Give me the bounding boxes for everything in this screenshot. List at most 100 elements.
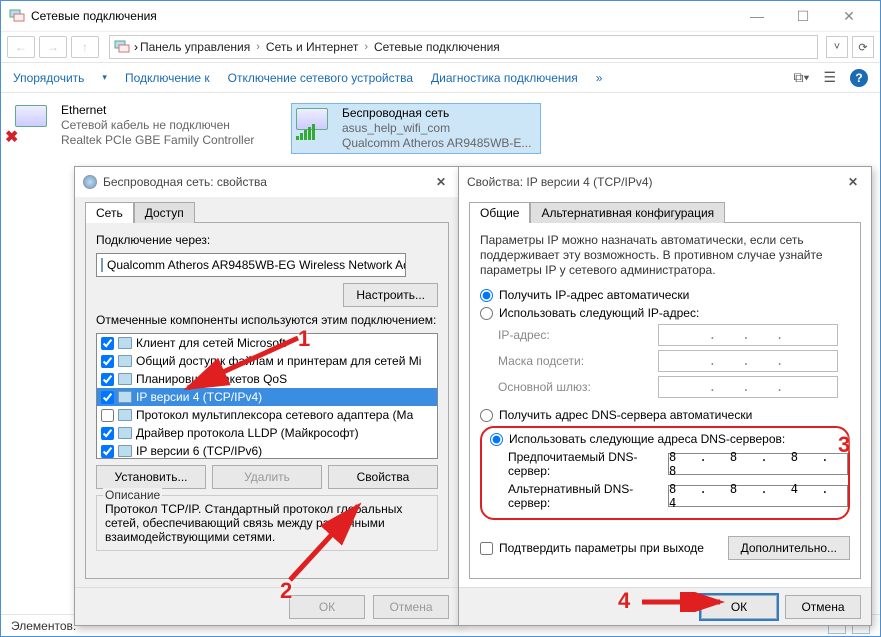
tab-alt-config[interactable]: Альтернативная конфигурация [530, 202, 725, 223]
ip-address-input: . . . [658, 324, 838, 346]
component-icon [118, 391, 132, 403]
component-label: IP версии 6 (TCP/IPv6) [136, 444, 262, 458]
dlg2-close-button[interactable]: ✕ [843, 172, 863, 192]
component-icon [118, 337, 132, 349]
address-bar[interactable]: › Панель управления› Сеть и Интернет› Се… [109, 35, 818, 59]
advanced-button[interactable]: Дополнительно... [728, 536, 850, 560]
cmd-arrange[interactable]: Упорядочить [13, 71, 84, 85]
component-label: Планировщик пакетов QoS [136, 372, 287, 386]
back-button[interactable]: ← [7, 36, 35, 58]
addr-dropdown[interactable]: ˅ [826, 36, 848, 58]
forward-button[interactable]: → [39, 36, 67, 58]
breadcrumb: Панель управления› Сеть и Интернет› Сете… [138, 40, 502, 54]
connect-via-label: Подключение через: [96, 233, 438, 247]
component-checkbox[interactable] [101, 355, 114, 368]
component-checkbox[interactable] [101, 337, 114, 350]
bc-1[interactable]: Панель управления [138, 40, 252, 54]
dlg2-cancel-button[interactable]: Отмена [785, 595, 861, 619]
dlg1-icon [83, 175, 97, 189]
ip-auto-radio[interactable] [480, 289, 493, 302]
dlg1-ok-button: ОК [289, 595, 365, 619]
cmd-connect[interactable]: Подключение к [125, 71, 210, 85]
tab-general[interactable]: Общие [469, 202, 530, 223]
component-item[interactable]: Общий доступ к файлам и принтерам для се… [97, 352, 437, 370]
view-details-button[interactable]: ☰ [823, 69, 836, 86]
validate-checkbox[interactable] [480, 542, 493, 555]
bc-3[interactable]: Сетевые подключения [372, 40, 502, 54]
ipv4-properties-dialog: Свойства: IP версии 4 (TCP/IPv4) ✕ Общие… [458, 166, 872, 626]
component-item[interactable]: IP версии 6 (TCP/IPv6) [97, 442, 437, 459]
cmd-more[interactable]: » [596, 71, 603, 85]
component-checkbox[interactable] [101, 391, 114, 404]
up-button[interactable]: ↑ [71, 36, 99, 58]
dlg1-close-button[interactable]: ✕ [431, 172, 451, 192]
component-icon [118, 427, 132, 439]
dlg2-ok-button[interactable]: ОК [701, 595, 777, 619]
component-label: IP версии 4 (TCP/IPv4) [136, 390, 262, 404]
component-icon [118, 409, 132, 421]
component-item[interactable]: IP версии 4 (TCP/IPv4) [97, 388, 437, 406]
cmd-diag[interactable]: Диагностика подключения [431, 71, 578, 85]
dns-manual-radio[interactable] [490, 433, 503, 446]
view-icons-button[interactable]: ⧉▾ [794, 69, 810, 86]
mask-input: . . . [658, 350, 838, 372]
desc-text: Протокол TCP/IP. Стандартный протокол гл… [105, 502, 429, 544]
component-item[interactable]: Клиент для сетей Microsoft [97, 334, 437, 352]
help-icon[interactable]: ? [850, 69, 868, 87]
adapter-icon [101, 258, 103, 272]
adapter-properties-dialog: Беспроводная сеть: свойства ✕ Сеть Досту… [74, 166, 460, 626]
dlg2-footer: ОК Отмена [459, 587, 871, 625]
description-box: Описание Протокол TCP/IP. Стандартный пр… [96, 495, 438, 551]
components-label: Отмеченные компоненты используются этим … [96, 313, 438, 327]
maximize-button[interactable]: ☐ [780, 2, 826, 30]
configure-button[interactable]: Настроить... [343, 283, 438, 307]
component-item[interactable]: Протокол мультиплексора сетевого адаптер… [97, 406, 437, 424]
dns-auto-radio[interactable] [480, 409, 493, 422]
component-checkbox[interactable] [101, 427, 114, 440]
dlg2-titlebar: Свойства: IP версии 4 (TCP/IPv4) ✕ [459, 167, 871, 197]
ip-address-label: IP-адрес: [498, 328, 658, 342]
network-icon [9, 8, 25, 24]
conn-device: Realtek PCIe GBE Family Controller [61, 133, 254, 148]
minimize-button[interactable]: — [734, 2, 780, 30]
ip-manual-radio[interactable] [480, 307, 493, 320]
component-label: Драйвер протокола LLDP (Майкрософт) [136, 426, 359, 440]
window-title: Сетевые подключения [31, 9, 734, 23]
component-label: Общий доступ к файлам и принтерам для се… [136, 354, 421, 368]
component-checkbox[interactable] [101, 445, 114, 458]
close-button[interactable]: ✕ [826, 2, 872, 30]
component-checkbox[interactable] [101, 373, 114, 386]
dns1-label: Предпочитаемый DNS-сервер: [508, 450, 668, 478]
component-label: Протокол мультиплексора сетевого адаптер… [136, 408, 413, 422]
mask-label: Маска подсети: [498, 354, 658, 368]
conn-status: asus_help_wifi_com [342, 121, 531, 136]
component-item[interactable]: Драйвер протокола LLDP (Майкрософт) [97, 424, 437, 442]
conn-name: Беспроводная сеть [342, 106, 531, 121]
gateway-label: Основной шлюз: [498, 380, 658, 394]
properties-button[interactable]: Свойства [328, 465, 438, 489]
connection-ethernet[interactable]: ✖ Ethernet Сетевой кабель не подключен R… [13, 103, 263, 154]
conn-name: Ethernet [61, 103, 254, 118]
refresh-button[interactable]: ⟳ [852, 36, 874, 58]
ip-info-text: Параметры IP можно назначать автоматичес… [480, 233, 850, 278]
addr-icon [114, 39, 130, 55]
component-checkbox[interactable] [101, 409, 114, 422]
component-icon [118, 355, 132, 367]
cmd-disable[interactable]: Отключение сетевого устройства [228, 71, 413, 85]
bc-2[interactable]: Сеть и Интернет [264, 40, 360, 54]
wifi-signal-icon [296, 124, 315, 140]
component-label: Клиент для сетей Microsoft [136, 336, 286, 350]
titlebar: Сетевые подключения — ☐ ✕ [1, 1, 880, 31]
conn-status: Сетевой кабель не подключен [61, 118, 254, 133]
connection-wifi[interactable]: Беспроводная сеть asus_help_wifi_com Qua… [291, 103, 541, 154]
components-list[interactable]: Клиент для сетей Microsoft Общий доступ к… [96, 333, 438, 459]
tab-sharing[interactable]: Доступ [134, 202, 195, 223]
component-icon [118, 445, 132, 457]
dns2-input[interactable]: 8 . 8 . 4 . 4 [668, 485, 848, 507]
tab-network[interactable]: Сеть [85, 202, 134, 223]
install-button[interactable]: Установить... [96, 465, 206, 489]
component-item[interactable]: Планировщик пакетов QoS [97, 370, 437, 388]
command-bar: Упорядочить▾ Подключение к Отключение се… [1, 63, 880, 93]
nav-bar: ← → ↑ › Панель управления› Сеть и Интерн… [1, 31, 880, 63]
dns1-input[interactable]: 8 . 8 . 8 . 8 [668, 453, 848, 475]
